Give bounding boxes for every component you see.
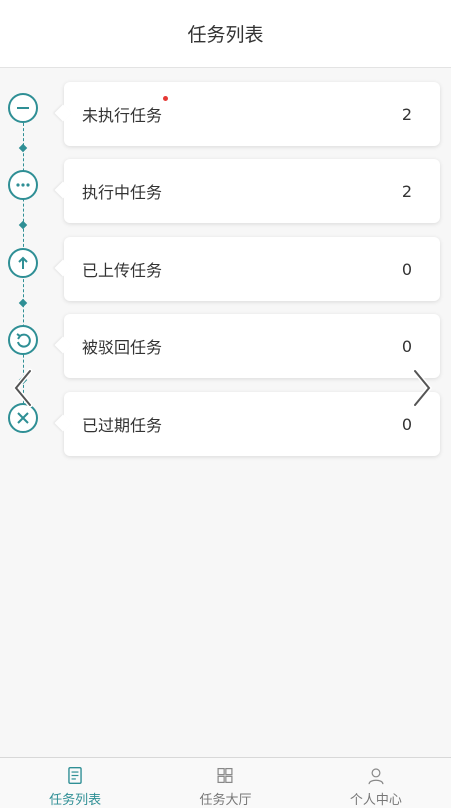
minus-icon (8, 93, 38, 123)
task-card-in-progress[interactable]: 执行中任务 2 (64, 159, 440, 223)
tab-task-list[interactable]: 任务列表 (0, 758, 150, 808)
bottom-tab-bar: 任务列表 任务大厅 个人中心 (0, 757, 451, 808)
document-list-icon (68, 767, 82, 784)
chevron-right-icon[interactable] (405, 366, 439, 410)
grid-icon (217, 767, 233, 784)
timeline-dot (18, 220, 28, 230)
tab-personal-center[interactable]: 个人中心 (301, 758, 451, 808)
timeline-dot (18, 143, 28, 153)
task-card-label: 已过期任务 (82, 416, 163, 435)
task-card-unexecuted[interactable]: 未执行任务 2 (64, 82, 440, 146)
task-card-count: 0 (401, 336, 412, 356)
page-title: 任务列表 (187, 24, 264, 46)
tab-task-hall[interactable]: 任务大厅 (150, 758, 300, 808)
task-card-label: 未执行任务 (82, 96, 169, 126)
task-card-rejected[interactable]: 被驳回任务 0 (64, 314, 440, 378)
ellipsis-icon (8, 170, 38, 200)
task-card-expired[interactable]: 已过期任务 0 (64, 392, 440, 456)
chevron-left-icon[interactable] (6, 366, 40, 410)
task-card-count: 0 (401, 259, 412, 279)
page-header: 任务列表 (0, 0, 451, 68)
timeline-dot (18, 298, 28, 308)
tab-label: 个人中心 (349, 793, 402, 808)
person-icon (368, 768, 384, 785)
task-card-uploaded[interactable]: 已上传任务 0 (64, 237, 440, 301)
task-card-count: 0 (401, 414, 412, 434)
task-card-count: 2 (401, 104, 412, 124)
tab-label: 任务大厅 (199, 793, 252, 808)
task-card-label: 已上传任务 (82, 261, 163, 280)
task-card-count: 2 (401, 181, 412, 201)
task-card-label: 执行中任务 (82, 183, 163, 202)
task-card-label: 被驳回任务 (82, 338, 163, 357)
task-card-label-text: 未执行任务 (82, 106, 163, 125)
tab-label: 任务列表 (49, 793, 102, 808)
undo-icon (8, 325, 38, 355)
new-badge (163, 96, 169, 101)
arrow-up-icon (8, 248, 38, 278)
